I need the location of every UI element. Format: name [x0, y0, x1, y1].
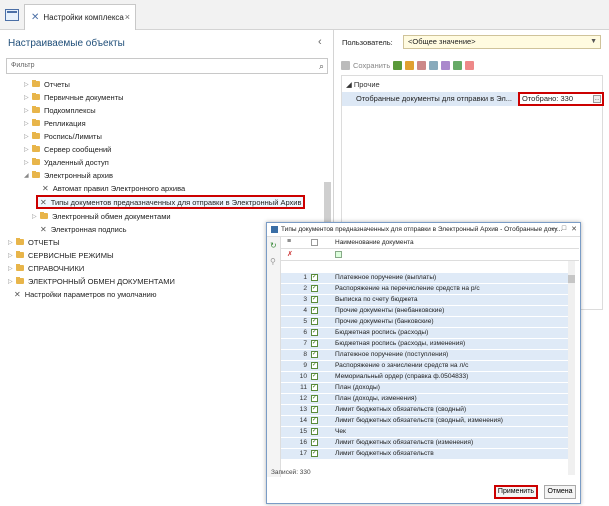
records-count: Записей: 330 — [271, 469, 311, 476]
table-row[interactable]: 10 ✓ Мемориальный ордер (справка ф.0504833… — [281, 372, 571, 383]
cancel-button[interactable]: Отмена — [544, 485, 576, 499]
property-row[interactable]: Отобранные документы для отправки в Эл..… — [342, 92, 604, 106]
users-value: <Общее значение> — [408, 37, 476, 46]
tree-item[interactable]: ✕ Автомат правил Электронного архива — [42, 182, 185, 194]
tab-label: Настройки комплекса — [43, 13, 124, 22]
ellipsis-button[interactable]: … — [593, 95, 601, 103]
tree-item[interactable]: ▷ ЭЛЕКТРОННЫЙ ОБМЕН ДОКУМЕНТАМИ — [8, 275, 175, 287]
wrench-icon: ✕ — [42, 183, 49, 193]
tree-item[interactable]: ✕ Электронная подпись — [40, 223, 127, 235]
column-header[interactable]: Наименование документа — [335, 239, 414, 246]
filter-box[interactable] — [335, 251, 342, 258]
table-row[interactable]: 4 ✓ Прочие документы (внебанковские) — [281, 306, 571, 317]
property-value[interactable]: Отобрано: 330 … — [518, 92, 604, 106]
users-select[interactable]: <Общее значение> ▼ — [403, 35, 601, 49]
user-icon[interactable] — [417, 60, 427, 70]
grid-header: ≡ Наименование документа — [281, 237, 579, 249]
toolbar: Сохранить — [341, 58, 603, 72]
tree-item[interactable]: ▷ Роспись/Лимиты — [24, 130, 102, 142]
dialog-sidebar: ↻ ⚲ — [267, 237, 281, 477]
table-row[interactable]: 7 ✓ Бюджетная роспись (расходы, изменения) — [281, 339, 571, 350]
table-row[interactable]: 11 ✓ План (доходы) — [281, 383, 571, 394]
collapse-icon[interactable]: ‹ — [318, 36, 322, 48]
app-icon — [271, 226, 278, 233]
tree-item-selected[interactable]: ✕ Типы документов предназначенных для отп… — [36, 195, 306, 209]
table-row[interactable]: 16 ✓ Лимит бюджетных обязательств (изменен… — [281, 438, 571, 449]
table-row[interactable]: 13 ✓ Лимит бюджетных обязательств (сводный… — [281, 405, 571, 416]
minimize-icon[interactable]: — — [550, 225, 557, 233]
tab-settings[interactable]: ✕ Настройки комплекса × — [24, 4, 136, 30]
wrench-icon: ✕ — [40, 224, 47, 234]
tree-item[interactable]: ▷ Удаленный доступ — [24, 156, 109, 168]
panel-title: Настраиваемые объекты — [8, 38, 125, 49]
table-row[interactable]: 1 ✓ Платежное поручение (выплаты) — [281, 273, 571, 284]
tree-item[interactable]: ▷ Репликация — [24, 117, 86, 129]
chevron-down-icon: ▼ — [590, 38, 597, 45]
select-all-checkbox[interactable] — [311, 239, 318, 246]
dialog-title: Типы документов предназначенных для отпр… — [281, 226, 563, 233]
close-icon[interactable]: ✕ — [571, 225, 577, 233]
tools-icon: ✕ — [31, 12, 40, 23]
table-row[interactable]: 9 ✓ Распоряжение о зачислении средств на л… — [281, 361, 571, 372]
apply-button[interactable]: Применить — [494, 485, 538, 499]
clear-filter-icon[interactable]: ✗ — [287, 250, 293, 258]
table-row[interactable]: 17 ✓ Лимит бюджетных обязательств — [281, 449, 571, 460]
documents-grid: ≡ Наименование документа ✗ 1 ✓ Платежное п… — [281, 237, 579, 475]
table-row[interactable]: 8 ✓ Платежное поручение (поступления) — [281, 350, 571, 361]
tree-item[interactable]: ▷ СЕРВИСНЫЕ РЕЖИМЫ — [8, 249, 114, 261]
table-row[interactable]: 3 ✓ Выписка по счету бюджета — [281, 295, 571, 306]
wrench-icon: ✕ — [14, 289, 21, 299]
filter-input[interactable]: Фильтр ⌕ — [6, 58, 328, 74]
wrench-icon: ✕ — [40, 197, 47, 207]
tree-item[interactable]: ▷ Подкомплексы — [24, 104, 96, 116]
save-button[interactable]: Сохранить — [353, 61, 390, 70]
table-row[interactable]: 2 ✓ Распоряжение на перечисление средств н… — [281, 284, 571, 295]
maximize-icon[interactable]: □ — [562, 225, 566, 233]
home-icon[interactable] — [3, 7, 21, 23]
dialog-title-bar: Типы документов предназначенных для отпр… — [267, 223, 580, 237]
table-row[interactable]: 14 ✓ Лимит бюджетных обязательств (сводный… — [281, 416, 571, 427]
tree-item[interactable]: ◢ Электронный архив — [24, 169, 113, 181]
save-icon — [341, 60, 350, 70]
tree-item[interactable]: ✕ Настройки параметров по умолчанию — [14, 288, 156, 300]
tree-item[interactable]: ▷ Первичные документы — [24, 91, 123, 103]
edit-icon[interactable] — [393, 60, 403, 70]
export-icon[interactable] — [453, 60, 463, 70]
dialog-scrollbar[interactable] — [568, 261, 575, 475]
copy-icon[interactable] — [441, 60, 451, 70]
tab-bar: ✕ Настройки комплекса × — [0, 0, 609, 30]
tree-item[interactable]: ▷ Сервер сообщений — [24, 143, 111, 155]
users-icon[interactable] — [429, 60, 439, 70]
tree-item[interactable]: ▷ ОТЧЕТЫ — [8, 236, 60, 248]
users-label: Пользователь: — [342, 38, 393, 47]
selected-documents-dialog: Типы документов предназначенных для отпр… — [266, 222, 581, 504]
filter-row: ✗ — [281, 249, 579, 261]
search-icon[interactable]: ⌕ — [319, 59, 324, 73]
import-icon[interactable] — [465, 60, 475, 70]
table-row[interactable]: 15 ✓ Чек — [281, 427, 571, 438]
refresh-icon[interactable]: ↻ — [270, 241, 277, 250]
close-icon[interactable]: × — [125, 12, 130, 22]
table-row[interactable]: 5 ✓ Прочие документы (банковские) — [281, 317, 571, 328]
table-row[interactable]: 6 ✓ Бюджетная роспись (расходы) — [281, 328, 571, 339]
menu-icon[interactable]: ≡ — [287, 238, 291, 245]
tree-item[interactable]: ▷ Отчеты — [24, 78, 70, 90]
table-row[interactable]: 12 ✓ План (доходы, изменения) — [281, 394, 571, 405]
filter-icon[interactable]: ⚲ — [270, 257, 276, 266]
filter-placeholder: Фильтр — [11, 62, 35, 69]
tree-item[interactable]: ▷ Электронный обмен документами — [32, 210, 171, 222]
undo-icon[interactable] — [405, 60, 415, 70]
tree-item[interactable]: ▷ СПРАВОЧНИКИ — [8, 262, 84, 274]
group-row[interactable]: ◢ Прочие — [346, 80, 380, 89]
property-name: Отобранные документы для отправки в Эл..… — [356, 94, 512, 103]
